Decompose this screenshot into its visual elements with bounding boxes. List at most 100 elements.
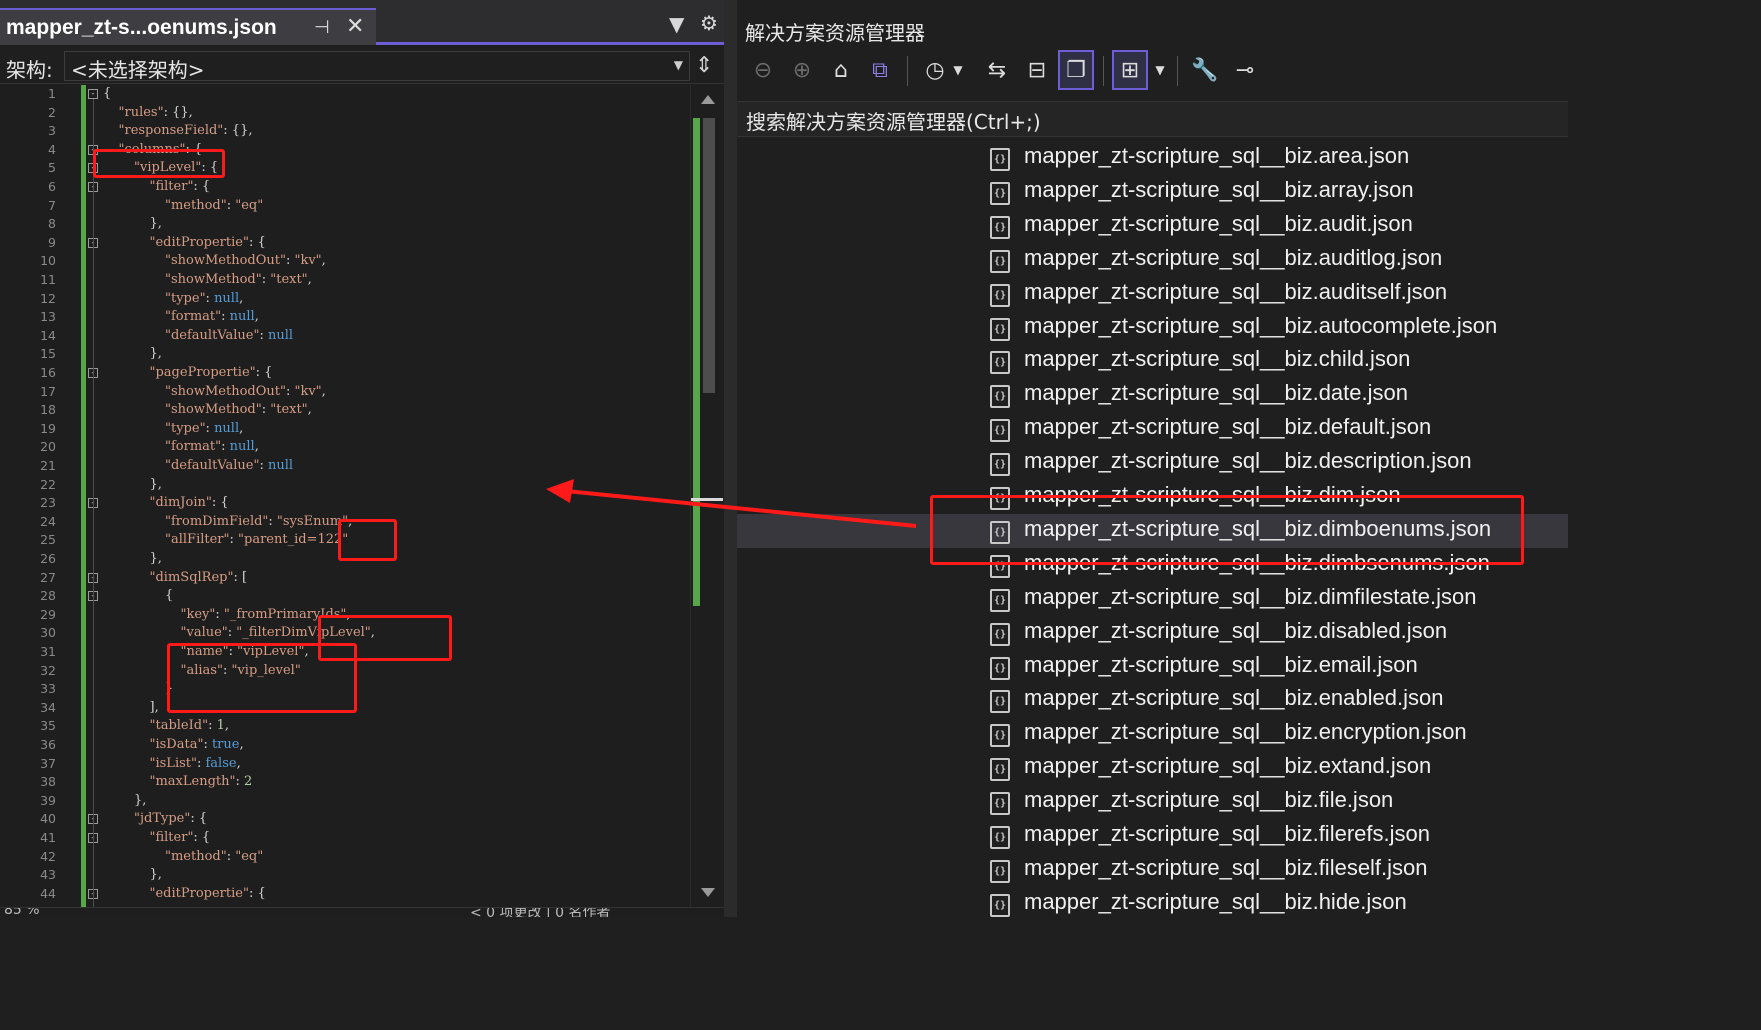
code-line[interactable]: 3 "responseField": {}, [0, 122, 690, 141]
code-line[interactable]: 44-"editPropertie": { [0, 885, 690, 904]
code-line[interactable]: 22}, [0, 476, 690, 495]
code-line[interactable]: 1 -{ [0, 85, 690, 104]
pane-splitter[interactable] [724, 0, 737, 917]
code-line[interactable]: 20 "format": null, [0, 438, 690, 457]
code-line[interactable]: 9-"editPropertie": { [0, 234, 690, 253]
code-token: "filter" [149, 179, 194, 194]
file-tree-item[interactable]: {} mapper_zt-scripture_sql__biz.dimfilest… [737, 582, 1568, 616]
code-line[interactable]: 12 "type": null, [0, 290, 690, 309]
code-line[interactable]: 36 "isData": true, [0, 736, 690, 755]
file-tree-item[interactable]: {} mapper_zt-scripture_sql__biz.array.jso… [737, 175, 1568, 209]
line-number: 24 [40, 513, 56, 529]
code-line[interactable]: 35 "tableId": 1, [0, 717, 690, 736]
close-icon[interactable]: ✕ [346, 14, 364, 39]
file-name: mapper_zt-scripture_sql__biz.autocomplet… [1024, 312, 1498, 338]
pending-changes-icon[interactable]: ◷ [917, 50, 953, 90]
file-tree-item[interactable]: {} mapper_zt-scripture_sql__biz.encryptio… [737, 717, 1568, 751]
forward-icon[interactable]: ⊕ [784, 50, 820, 90]
file-tree-item[interactable]: {} mapper_zt-scripture_sql__biz.fileself.… [737, 853, 1568, 887]
code-line[interactable]: 17 "showMethodOut": "kv", [0, 383, 690, 402]
scroll-up-icon[interactable] [701, 95, 715, 104]
scroll-down-icon[interactable] [701, 888, 715, 897]
code-text: "jdType": { [134, 810, 207, 829]
file-name: mapper_zt-scripture_sql__biz.encryption.… [1024, 719, 1467, 745]
file-tree-item[interactable]: {} mapper_zt-scripture_sql__biz.area.json [737, 141, 1568, 175]
code-line[interactable]: 11 "showMethod": "text", [0, 271, 690, 290]
file-tree-item[interactable]: {} mapper_zt-scripture_sql__biz.default.j… [737, 412, 1568, 446]
schema-dropdown[interactable]: <未选择架构> ▼ [64, 51, 690, 82]
code-line[interactable]: 28-{ [0, 587, 690, 606]
scrollbar-thumb[interactable] [703, 118, 715, 393]
code-line[interactable]: 39}, [0, 792, 690, 811]
code-line[interactable]: 18 "showMethod": "text", [0, 401, 690, 420]
file-tree-item[interactable]: {} mapper_zt-scripture_sql__biz.email.jso… [737, 650, 1568, 684]
file-tree-item[interactable]: {} mapper_zt-scripture_sql__biz.hide.json [737, 887, 1568, 917]
change-summary[interactable]: < 0 项更改 | 0 名作者 [470, 908, 611, 917]
file-tree-item[interactable]: {} mapper_zt-scripture_sql__biz.disabled.… [737, 616, 1568, 650]
show-all-files-icon[interactable]: ❐ [1058, 50, 1094, 90]
vertical-scrollbar[interactable] [690, 85, 724, 907]
code-line[interactable]: 10 "showMethodOut": "kv", [0, 252, 690, 271]
code-line[interactable]: 42 "method": "eq" [0, 848, 690, 867]
solution-explorer-search[interactable]: 搜索解决方案资源管理器(Ctrl+;) [737, 101, 1568, 137]
code-line[interactable]: 23-"dimJoin": { [0, 494, 690, 513]
code-line[interactable]: 7 "method": "eq" [0, 197, 690, 216]
home-icon[interactable]: ⌂ [823, 50, 859, 90]
code-line[interactable]: 21 "defaultValue": null [0, 457, 690, 476]
collapse-all-icon[interactable]: ⊟ [1019, 50, 1055, 90]
line-number: 42 [40, 848, 56, 864]
code-line[interactable]: 15}, [0, 345, 690, 364]
properties-icon[interactable]: 🔧 [1187, 50, 1223, 90]
code-line[interactable]: 43}, [0, 866, 690, 885]
code-line[interactable]: 27-"dimSqlRep": [ [0, 569, 690, 588]
code-text: "pagePropertie": { [150, 364, 273, 383]
preview-selected-icon[interactable]: ⊞ [1112, 50, 1148, 90]
code-line[interactable]: 13 "format": null, [0, 308, 690, 327]
gear-icon[interactable]: ⚙ [700, 11, 718, 35]
file-tree-item[interactable]: {} mapper_zt-scripture_sql__biz.auditlog.… [737, 243, 1568, 277]
code-token: "isList" [149, 755, 197, 771]
solution-explorer-title: 解决方案资源管理器 [745, 21, 925, 45]
document-tab[interactable]: mapper_zt-s...oenums.json ⊣ ✕ [0, 8, 376, 45]
code-line[interactable]: 6-"filter": { [0, 178, 690, 197]
code-line[interactable]: 40-"jdType": { [0, 810, 690, 829]
split-window-icon[interactable]: ⇕ [695, 53, 713, 78]
line-number: 28 [40, 588, 56, 604]
pin-icon[interactable]: ⊣ [314, 17, 330, 38]
file-tree-item[interactable]: {} mapper_zt-scripture_sql__biz.date.json [737, 378, 1568, 412]
file-tree-item[interactable]: {} mapper_zt-scripture_sql__biz.file.json [737, 785, 1568, 819]
file-tree-item[interactable]: {} mapper_zt-scripture_sql__biz.descripti… [737, 446, 1568, 480]
file-tree-item[interactable]: {} mapper_zt-scripture_sql__biz.enabled.j… [737, 683, 1568, 717]
vs-switch-view-icon[interactable]: ⧉ [862, 50, 898, 90]
toolbar-separator [907, 56, 908, 86]
file-tree-item[interactable]: {} mapper_zt-scripture_sql__biz.audit.jso… [737, 209, 1568, 243]
code-line[interactable]: 38 "maxLength": 2 [0, 773, 690, 792]
code-line[interactable]: 8}, [0, 215, 690, 234]
code-line[interactable]: 19 "type": null, [0, 420, 690, 439]
code-text: ], [150, 699, 159, 718]
fold-toggle-icon[interactable]: - [88, 89, 98, 99]
zoom-level[interactable]: 85 % [4, 908, 40, 917]
pin-icon[interactable]: ⊸ [1227, 50, 1263, 90]
file-tree-item[interactable]: {} mapper_zt-scripture_sql__biz.filerefs.… [737, 819, 1568, 853]
line-number: 21 [40, 458, 56, 473]
back-icon[interactable]: ⊖ [745, 50, 781, 90]
code-token: "allFilter" [165, 532, 230, 548]
file-tree-item[interactable]: {} mapper_zt-scripture_sql__biz.extand.js… [737, 751, 1568, 785]
code-line[interactable]: 16-"pagePropertie": { [0, 364, 690, 383]
file-tree-item[interactable]: {} mapper_zt-scripture_sql__biz.autocompl… [737, 311, 1568, 345]
dropdown-icon[interactable]: ▼ [1151, 50, 1169, 90]
code-text: "editPropertie": { [150, 234, 266, 253]
scrollbar-change-marker [693, 118, 700, 606]
code-text-area[interactable]: 1-{2"rules": {},3"responseField": {},4-"… [0, 85, 690, 907]
tab-list-dropdown-icon[interactable]: ▼ [669, 12, 684, 36]
code-line[interactable]: 2 "rules": {}, [0, 104, 690, 123]
code-line[interactable]: 41-"filter": { [0, 829, 690, 848]
file-tree-item[interactable]: {} mapper_zt-scripture_sql__biz.child.jso… [737, 344, 1568, 378]
sync-icon[interactable]: ⇆ [979, 50, 1015, 90]
dropdown-icon[interactable]: ▼ [949, 50, 967, 90]
code-line[interactable]: 14 "defaultValue": null [0, 327, 690, 346]
code-line[interactable]: 37 "isList": false, [0, 755, 690, 774]
file-tree-item[interactable]: {} mapper_zt-scripture_sql__biz.auditself… [737, 277, 1568, 311]
code-token: true [211, 737, 240, 752]
